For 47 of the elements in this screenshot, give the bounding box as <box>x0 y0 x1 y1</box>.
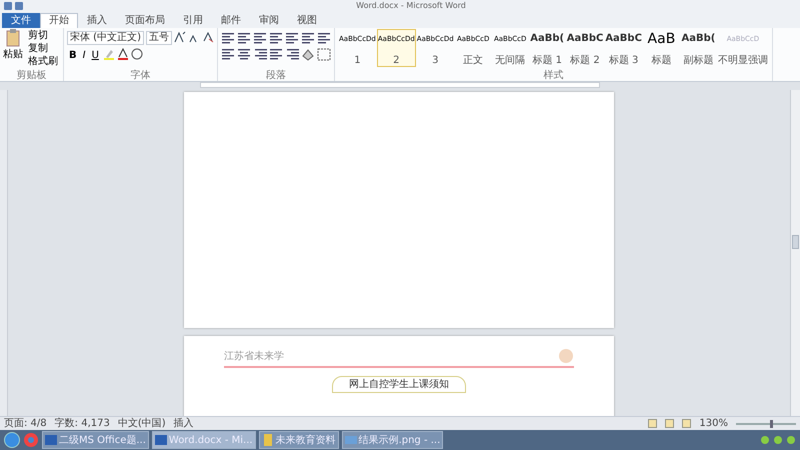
start-button[interactable] <box>4 432 20 448</box>
header-text: 江苏省未来学 <box>224 350 284 364</box>
status-text: 字数: 4,173 <box>54 416 110 431</box>
group-label: 剪贴板 <box>16 70 48 81</box>
window-title: Word.docx - Microsoft Word <box>355 0 467 12</box>
format-button[interactable]: I <box>80 48 88 62</box>
font-size-field[interactable]: 五号 <box>146 31 172 45</box>
justify-icon[interactable] <box>268 48 283 61</box>
ribbon-tab[interactable]: 审阅 <box>250 13 288 28</box>
format-button[interactable]: B <box>67 48 79 62</box>
align-left-icon[interactable] <box>220 48 235 61</box>
paste-button[interactable]: 粘贴 <box>3 29 23 70</box>
status-text: 中文(中国) <box>118 416 166 431</box>
group-label: 段落 <box>264 70 287 81</box>
vertical-scrollbar[interactable] <box>790 90 800 416</box>
style-option[interactable]: AaBbC 标题 2 <box>566 29 604 67</box>
document-icon <box>154 434 167 446</box>
clipboard-icon[interactable] <box>6 29 20 47</box>
align-center-icon[interactable] <box>236 48 251 61</box>
format-button[interactable]: U <box>90 48 101 62</box>
style-option[interactable]: AaB 标题 <box>642 29 680 67</box>
ribbon-tab[interactable]: 页面布局 <box>116 13 174 28</box>
banner-shape: 网上自控学生上课须知 <box>332 376 466 393</box>
clipboard-button[interactable]: 剪切 <box>26 29 60 42</box>
style-option[interactable]: AaBbC 标题 3 <box>604 29 643 67</box>
status-text: 页面: 4/8 <box>4 417 47 431</box>
group-label: 样式 <box>542 70 564 81</box>
ribbon-tab[interactable]: 邮件 <box>212 13 250 28</box>
border-icon[interactable] <box>316 48 331 61</box>
style-option[interactable]: AaBb( 副标题 <box>680 29 717 67</box>
status-text: 插入 <box>174 416 194 431</box>
font-name-field[interactable]: 宋体 (中文正文) <box>67 31 144 45</box>
ribbon-tab[interactable]: 文件 <box>2 13 40 28</box>
ribbon-tab[interactable]: 开始 <box>40 13 78 28</box>
image-icon <box>344 434 357 446</box>
clipboard-button[interactable]: 复制 <box>26 42 60 55</box>
zoom-level: 130% <box>699 417 728 431</box>
ribbon-tab[interactable]: 视图 <box>288 13 326 28</box>
font-color-icon[interactable] <box>116 48 129 60</box>
ribbon-tab[interactable]: 引用 <box>174 13 212 28</box>
ribbon-tab[interactable]: 插入 <box>78 13 116 28</box>
folder-icon <box>262 434 274 446</box>
group-label: 字体 <box>129 70 152 81</box>
align-right-icon[interactable] <box>252 48 267 61</box>
clipboard-button[interactable]: 格式刷 <box>26 55 60 68</box>
style-option[interactable]: AaBb( 标题 1 <box>528 29 566 67</box>
document-icon <box>45 434 57 446</box>
